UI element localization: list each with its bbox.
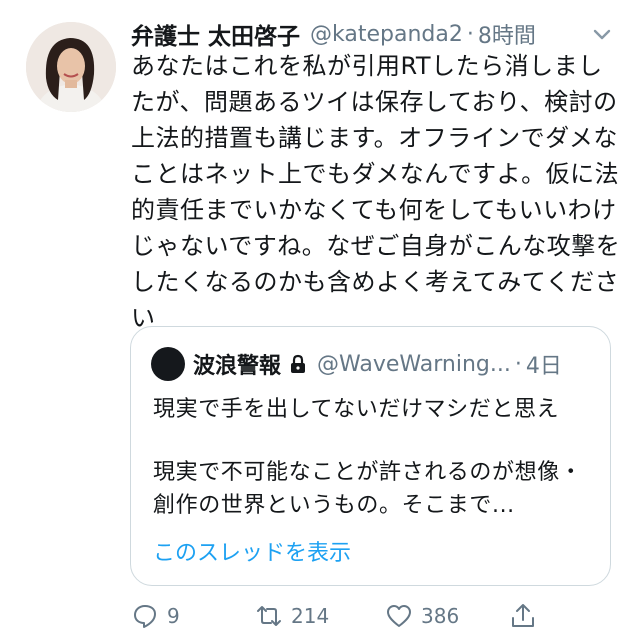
retweet-button[interactable]: 214: [255, 596, 329, 636]
chevron-down-icon[interactable]: [588, 20, 616, 48]
tweet-text: あなたはこれを私が引用RTしたら消しましたが、問題あるツイは保存しており、検討の…: [131, 52, 621, 332]
quoted-author-name: 波浪警報: [193, 354, 282, 379]
author-name[interactable]: 弁護士 太田啓子: [131, 17, 300, 51]
reply-button[interactable]: 9: [131, 596, 180, 636]
author-handle[interactable]: @katepanda2: [310, 22, 463, 47]
quoted-tweet-timestamp: 4日: [525, 354, 562, 379]
quoted-tweet[interactable]: 波浪警報 @WaveWarning... · 4日 現実で手を出してないだけマシ…: [130, 326, 611, 586]
quoted-author-avatar[interactable]: [151, 347, 185, 381]
quoted-tweet-text: 現実で手を出してないだけマシだと思え 現実で不可能なことが許されるのが想像・創作…: [153, 393, 593, 522]
quoted-line-2: 現実で不可能なことが許されるのが想像・創作の世界というもの。そこまで...: [153, 460, 583, 518]
like-button[interactable]: 386: [385, 596, 459, 636]
retweet-count: 214: [291, 604, 330, 628]
lock-icon: [291, 354, 306, 373]
avatar-portrait-icon: [26, 22, 116, 112]
tweet-actions: 9 214 386: [131, 596, 611, 636]
separator-dot: ·: [514, 351, 522, 377]
quoted-author-handle: @WaveWarning...: [317, 351, 511, 377]
author-avatar[interactable]: [26, 22, 116, 112]
tweet-card[interactable]: 弁護士 太田啓子 @katepanda2 · 8時間 あなたはこれを私が引用RT…: [0, 0, 640, 642]
heart-icon: [387, 605, 411, 627]
like-count: 386: [421, 604, 460, 628]
share-icon: [512, 604, 534, 627]
show-thread-link[interactable]: このスレッドを表示: [153, 535, 351, 567]
share-button[interactable]: [509, 596, 537, 636]
reply-count: 9: [167, 604, 180, 628]
quoted-tweet-header: 波浪警報 @WaveWarning... · 4日: [193, 345, 562, 383]
retweet-icon: [257, 606, 281, 626]
tweet-timestamp[interactable]: 8時間: [478, 18, 536, 50]
quoted-line-1: 現実で手を出してないだけマシだと思え: [153, 397, 560, 422]
reply-icon: [134, 605, 156, 628]
separator-dot: ·: [466, 21, 474, 47]
